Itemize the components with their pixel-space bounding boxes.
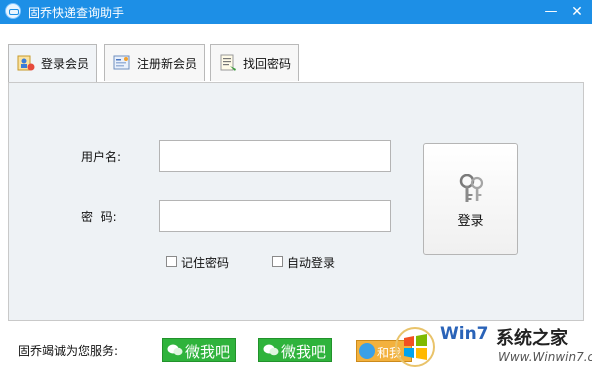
watermark-url: Www.Winwin7.com [498, 350, 592, 364]
tab-label: 注册新会员 [137, 57, 198, 71]
auto-login-checkbox[interactable] [272, 256, 283, 267]
close-button[interactable]: ✕ [566, 2, 588, 22]
recover-password-icon [220, 54, 236, 71]
tab-label: 登录会员 [41, 57, 90, 71]
register-icon [113, 55, 130, 70]
wechat-button[interactable]: 微我吧 [162, 338, 236, 362]
login-button-label: 登录 [457, 214, 484, 229]
wechat-button-label: 微我吧 [281, 343, 327, 361]
minimize-button[interactable]: — [540, 2, 562, 22]
window-title: 固乔快递查询助手 [28, 6, 125, 20]
keys-icon [459, 174, 484, 202]
windows-logo-icon [395, 327, 435, 367]
member-login-icon [17, 55, 35, 71]
password-label: 密 码: [81, 210, 117, 224]
tab-register[interactable]: 注册新会员 [104, 44, 205, 81]
remember-password-checkbox[interactable] [166, 256, 177, 267]
tab-member-login[interactable]: 登录会员 [8, 44, 97, 83]
remember-password-label[interactable]: 记住密码 [181, 254, 229, 271]
watermark-site: 系统之家 [496, 328, 568, 349]
title-bar: 固乔快递查询助手 — ✕ [0, 0, 592, 24]
tab-recover-password[interactable]: 找回密码 [210, 44, 299, 81]
qq-icon [359, 343, 375, 359]
auto-login-label[interactable]: 自动登录 [287, 254, 335, 271]
app-icon [5, 3, 21, 19]
password-input[interactable] [159, 200, 391, 232]
wechat-button-label: 微我吧 [185, 343, 231, 361]
wechat-icon [263, 344, 279, 356]
watermark-brand: Win7 [440, 324, 489, 344]
login-button[interactable]: 登录 [423, 143, 518, 255]
wechat-button[interactable]: 微我吧 [258, 338, 332, 362]
wechat-icon [167, 344, 183, 356]
service-text: 固乔竭诚为您服务: [18, 344, 119, 358]
username-label: 用户名: [81, 150, 122, 164]
username-input[interactable] [159, 140, 391, 172]
tab-label: 找回密码 [243, 57, 292, 71]
watermark: Win7 系统之家 Www.Winwin7.com [394, 318, 592, 374]
